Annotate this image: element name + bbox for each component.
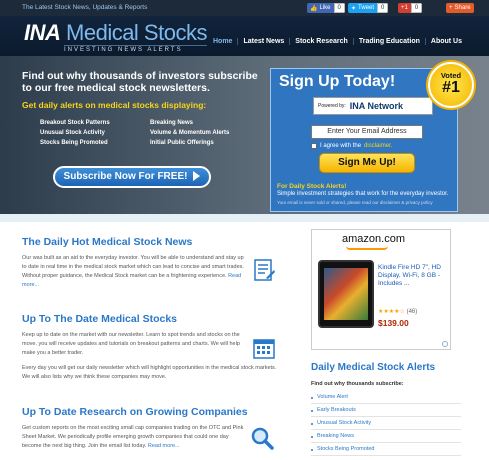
share-icon: + [449,5,453,11]
section-title: The Daily Hot Medical Stock News [22,236,193,248]
feature-item: Initial Public Offerings [150,140,214,146]
gplus-count: 0 [410,3,423,13]
nav-latest-news[interactable]: Latest News [237,38,289,45]
feature-list: Breakout Stock Patterns Breaking News Un… [40,120,260,146]
product-price: $139.00 [378,318,409,328]
magnifier-icon [251,427,274,450]
section-text: Every day you will get our daily newslet… [22,365,277,380]
disclaimer-link[interactable]: disclaimer. [364,143,392,149]
logo-ina: INA [24,20,61,45]
share-button[interactable]: + Share [446,3,474,13]
kindle-product-image[interactable] [318,260,374,328]
agree-row: I agree with the disclaimer. [311,143,392,149]
sidebar-item-stocks-promoted[interactable]: Stocks Being Promoted [311,443,461,456]
section-research: Up To Date Research on Growing Companies… [22,406,280,451]
nav-trading-education[interactable]: Trading Education [352,38,425,45]
daily-alerts-label: For Daily Stock Alerts! [277,183,347,190]
nav-about-us[interactable]: About Us [424,38,467,45]
arrow-right-icon [193,171,201,182]
twitter-bird-icon: ✦ [351,5,357,12]
tweet-count: 0 [377,3,389,13]
feature-item: Unusual Stock Activity [40,130,105,136]
sign-me-up-button[interactable]: Sign Me Up! [319,153,415,173]
read-more-link[interactable]: Read more... [148,443,180,449]
section-title: Up To Date Research on Growing Companies [22,406,248,418]
logo-medical-stocks: Medical Stocks [66,20,207,45]
sidebar-item-unusual-activity[interactable]: Unusual Stock Activity [311,417,461,430]
calendar-icon [253,339,275,359]
feature-item: Breakout Stock Patterns [40,120,110,126]
nav-stock-research[interactable]: Stock Research [289,38,353,45]
hero-headline: Find out why thousands of investors subs… [22,70,258,94]
hero-subhead: Get daily alerts on medical stocks displ… [22,100,207,110]
privacy-note: Your email is never sold or shared, plea… [277,200,433,205]
facebook-like-button[interactable]: 👍 Like 0 [307,3,345,13]
sidebar-alerts: Daily Medical Stock Alerts Find out why … [311,362,461,456]
site-logo[interactable]: INA Medical Stocks INVESTING NEWS ALERTS [24,20,207,54]
section-text: Our was built as an aid to the everyday … [22,255,244,288]
amazon-ad[interactable]: amazon.com Kindle Fire HD 7", HD Display… [311,229,451,350]
sidebar-item-early-breakouts[interactable]: Early Breakouts [311,404,461,417]
agree-checkbox[interactable] [311,143,317,149]
feature-item: Breaking News [150,120,194,126]
logo-tagline: INVESTING NEWS ALERTS [64,45,207,53]
sidebar-intro: Find out why thousands subscribe: [311,381,404,387]
subscribe-button[interactable]: Subscribe Now For FREE! [53,166,211,188]
powered-by-badge: Powered by: INA Network [313,97,433,115]
section-daily-news: The Daily Hot Medical Stock News Our was… [22,236,280,290]
ina-network-logo: INA Network [349,101,403,111]
sidebar-item-volume-alert[interactable]: Volume Alert [311,391,461,404]
feature-item: Volume & Momentum Alerts [150,130,230,136]
sidebar-item-breaking-news[interactable]: Breaking News [311,430,461,443]
ad-info-icon[interactable] [442,341,448,347]
product-rating: ★★★★☆ (46) [378,309,418,315]
divider-strip [0,214,489,222]
amazon-smile-icon [346,246,388,250]
sidebar-list: Volume Alert Early Breakouts Unusual Sto… [311,391,461,456]
feature-item: Stocks Being Promoted [40,140,108,146]
site-tagline: The Latest Stock News, Updates & Reports [22,4,148,11]
top-bar: The Latest Stock News, Updates & Reports… [0,0,489,16]
product-title-link[interactable]: Kindle Fire HD 7", HD Display, Wi-Fi, 8 … [378,264,450,288]
like-count: 0 [333,3,345,13]
amazon-logo: amazon.com [342,233,405,245]
voted-number-one-badge: Voted #1 [428,62,474,108]
signup-description: Simple investment strategies that work f… [277,191,449,197]
section-text: Keep up to date on the market with our n… [22,332,240,356]
nav-home[interactable]: Home [208,38,237,45]
email-field[interactable]: Enter Your Email Address [311,125,423,139]
thumbs-up-icon: 👍 [310,5,318,12]
main-nav: Home Latest News Stock Research Trading … [208,38,467,45]
document-icon [254,259,275,281]
signup-title: Sign Up Today! [279,73,396,90]
sidebar-title: Daily Medical Stock Alerts [311,362,436,373]
tweet-button[interactable]: ✦ Tweet 0 [348,3,389,13]
google-plus-button[interactable]: +1 0 [398,3,423,13]
site-header: INA Medical Stocks INVESTING NEWS ALERTS… [0,16,489,56]
section-text: Get custom reports on the most exciting … [22,425,244,449]
section-up-to-date: Up To The Date Medical Stocks Keep up to… [22,313,280,382]
section-title: Up To The Date Medical Stocks [22,313,178,325]
